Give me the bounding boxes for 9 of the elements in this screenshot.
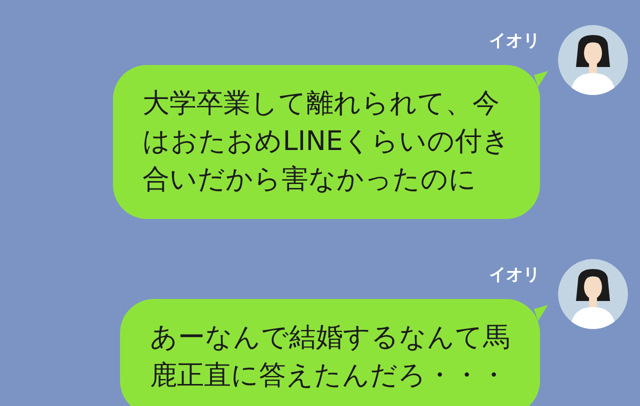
message-text: 大学卒業して離れられて、今 — [142, 87, 501, 121]
sender-name: イオリ — [489, 30, 540, 53]
message-text: 鹿正直に答えたんだろ・・・ — [150, 359, 508, 393]
message-text: はおたおめLINEくらいの付き — [142, 125, 510, 159]
message-text: あーなんで結婚するなんて馬 — [150, 321, 510, 355]
message-text: 合いだから害なかったのに — [142, 163, 478, 197]
sender-name: イオリ — [489, 264, 540, 287]
avatar — [558, 259, 628, 329]
avatar — [558, 25, 628, 95]
